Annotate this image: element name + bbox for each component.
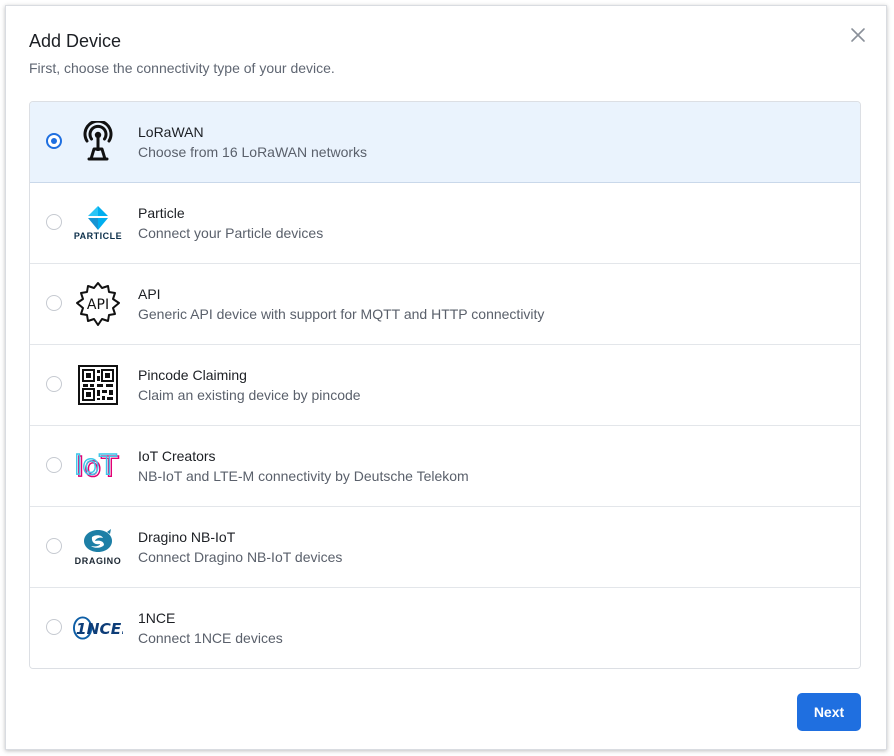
option-description: NB-IoT and LTE-M connectivity by Deutsch… bbox=[138, 468, 469, 484]
option-description: Connect your Particle devices bbox=[138, 225, 324, 241]
api-logo-text: API bbox=[87, 297, 109, 313]
radio-dragino-nb-iot[interactable] bbox=[46, 538, 62, 554]
option-particle[interactable]: PARTICLE Particle Connect your Particle … bbox=[30, 183, 860, 264]
option-description: Connect Dragino NB-IoT devices bbox=[138, 549, 343, 565]
radio-api[interactable] bbox=[46, 295, 62, 311]
radio-pincode-claiming[interactable] bbox=[46, 376, 62, 392]
qr-code-icon bbox=[73, 362, 123, 408]
particle-logo-text: PARTICLE bbox=[73, 231, 123, 241]
option-title: Dragino NB-IoT bbox=[138, 529, 236, 545]
api-gear-icon: API bbox=[73, 281, 123, 327]
close-icon[interactable] bbox=[848, 25, 868, 45]
radio-particle[interactable] bbox=[46, 214, 62, 230]
option-description: Choose from 16 LoRaWAN networks bbox=[138, 144, 368, 160]
option-description: Claim an existing device by pincode bbox=[138, 387, 361, 403]
option-description: Generic API device with support for MQTT… bbox=[138, 306, 545, 322]
dragino-logo-text: DRAGINO bbox=[74, 556, 122, 566]
iot-creators-logo: IoT IoT bbox=[73, 443, 123, 489]
option-title: 1NCE bbox=[138, 610, 176, 626]
option-title: Particle bbox=[138, 205, 185, 221]
radio-lorawan[interactable] bbox=[46, 133, 62, 149]
option-lorawan[interactable]: LoRaWAN Choose from 16 LoRaWAN networks bbox=[30, 102, 860, 183]
radio-iot-creators[interactable] bbox=[46, 457, 62, 473]
option-api[interactable]: API API Generic API device with support … bbox=[30, 264, 860, 345]
option-dragino-nb-iot[interactable]: DRAGINO Dragino NB-IoT Connect Dragino N… bbox=[30, 507, 860, 588]
add-device-dialog: Add Device First, choose the connectivit… bbox=[5, 5, 887, 750]
lorawan-tower-icon bbox=[73, 119, 123, 165]
option-title: LoRaWAN bbox=[138, 124, 204, 140]
dialog-title: Add Device bbox=[29, 31, 122, 51]
particle-logo: PARTICLE bbox=[73, 200, 123, 246]
1nce-logo-text: 1NCE. bbox=[76, 620, 123, 638]
option-title: IoT Creators bbox=[138, 448, 216, 464]
option-title: Pincode Claiming bbox=[138, 367, 247, 383]
option-1nce[interactable]: 1NCE. 1NCE Connect 1NCE devices bbox=[30, 588, 860, 668]
iot-logo-text: IoT bbox=[74, 449, 117, 481]
next-button[interactable]: Next bbox=[797, 693, 861, 731]
dialog-subtitle: First, choose the connectivity type of y… bbox=[29, 60, 335, 76]
radio-1nce[interactable] bbox=[46, 619, 62, 635]
option-pincode-claiming[interactable]: Pincode Claiming Claim an existing devic… bbox=[30, 345, 860, 426]
connectivity-option-list: LoRaWAN Choose from 16 LoRaWAN networks … bbox=[29, 101, 861, 669]
option-description: Connect 1NCE devices bbox=[138, 630, 283, 646]
dragino-logo: DRAGINO bbox=[73, 524, 123, 570]
option-iot-creators[interactable]: IoT IoT IoT Creators NB-IoT and LTE-M co… bbox=[30, 426, 860, 507]
1nce-logo: 1NCE. bbox=[73, 605, 123, 651]
option-title: API bbox=[138, 286, 161, 302]
